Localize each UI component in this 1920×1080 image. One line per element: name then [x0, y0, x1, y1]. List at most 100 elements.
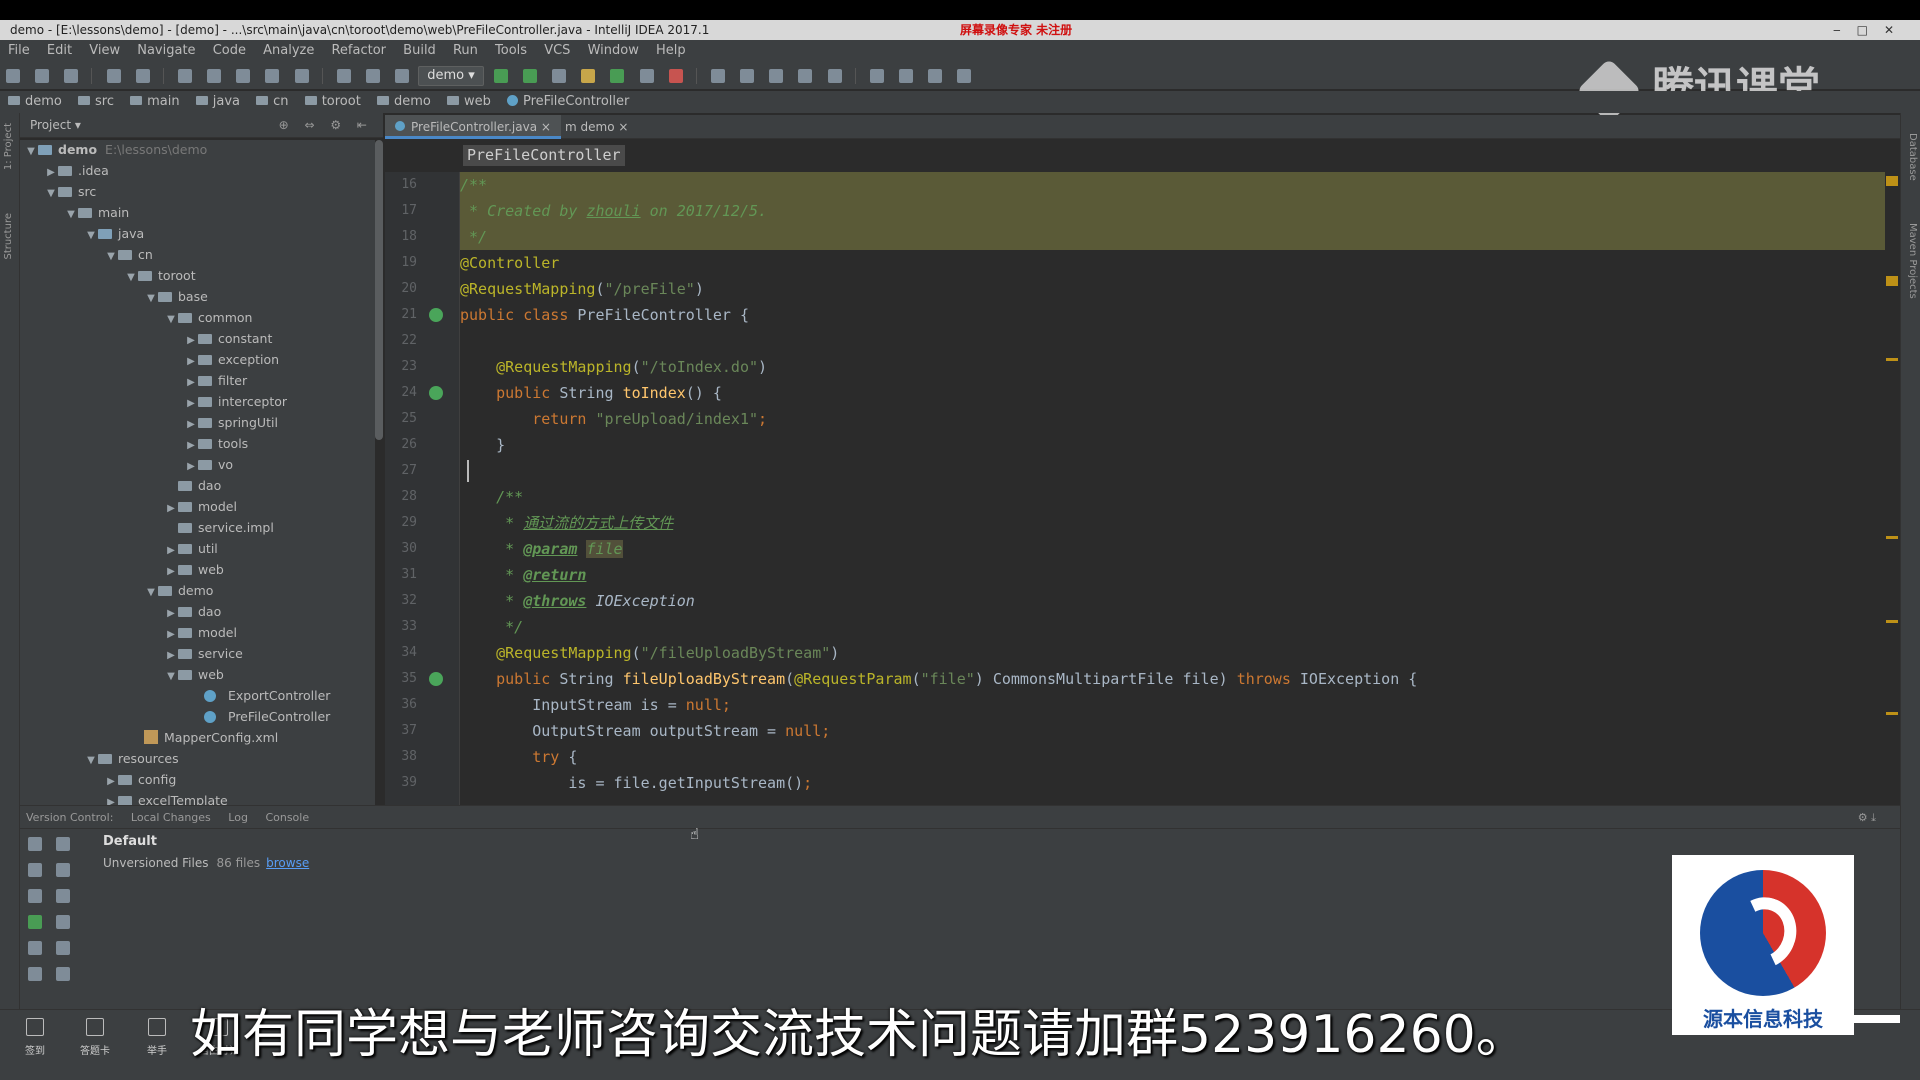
settings-icon[interactable]: [899, 69, 914, 83]
editor-tab-prefilecontroller[interactable]: PreFileController.java ×: [385, 115, 561, 139]
save-icon[interactable]: [35, 69, 50, 83]
expanded-arrow-icon[interactable]: ▼: [104, 247, 118, 267]
menu-help[interactable]: Help: [656, 43, 686, 58]
tree-item[interactable]: ▶ tools: [184, 434, 248, 454]
collapsed-arrow-icon[interactable]: ▶: [44, 163, 58, 183]
tree-item[interactable]: ▶ excelTemplate: [104, 791, 228, 805]
changelist-default[interactable]: Default: [103, 834, 157, 849]
menu-vcs[interactable]: VCS: [544, 43, 570, 58]
tree-item[interactable]: ▶ service: [164, 644, 243, 664]
preview-diff-icon[interactable]: [56, 941, 70, 955]
warning-marker[interactable]: [1886, 536, 1898, 539]
request-mapping-icon[interactable]: [429, 672, 443, 686]
tab-log[interactable]: Log: [228, 811, 248, 824]
stop-icon[interactable]: [668, 69, 683, 83]
collapsed-arrow-icon[interactable]: ▶: [184, 352, 198, 372]
project-tree-scrollbar[interactable]: [375, 140, 383, 440]
collapsed-arrow-icon[interactable]: ▶: [164, 625, 178, 645]
expanded-arrow-icon[interactable]: ▼: [144, 583, 158, 603]
tree-item[interactable]: ▶ dao: [164, 602, 221, 622]
shelve-icon[interactable]: [56, 889, 70, 903]
redo-icon[interactable]: [135, 69, 150, 83]
menu-run[interactable]: Run: [453, 43, 478, 58]
tree-item[interactable]: service.impl: [164, 518, 274, 538]
tab-console[interactable]: Console: [265, 811, 309, 824]
tree-item[interactable]: ▶ springUtil: [184, 413, 278, 433]
vcs-commit-icon[interactable]: [740, 69, 755, 83]
group-by-icon[interactable]: [56, 967, 70, 981]
gear-icon[interactable]: ⚙ ⤓: [1858, 806, 1876, 830]
vcs-compare-icon[interactable]: [798, 69, 813, 83]
tree-item[interactable]: ▼ demo E:\lessons\demo: [24, 140, 207, 160]
breadcrumb-item[interactable]: web: [446, 94, 491, 109]
sign-in-button[interactable]: 签到: [8, 1018, 62, 1057]
project-view-select[interactable]: Project ▾: [30, 118, 81, 132]
editor-tab-demo[interactable]: m demo ×: [555, 115, 638, 139]
tree-item[interactable]: ▼ web: [164, 665, 224, 685]
reload-icon[interactable]: [639, 69, 654, 83]
spring-bean-icon[interactable]: [429, 308, 443, 322]
vcs-update-icon[interactable]: [711, 69, 726, 83]
breadcrumb-item[interactable]: java: [195, 94, 240, 109]
warning-marker[interactable]: [1886, 620, 1898, 623]
attach-debugger-icon[interactable]: [610, 69, 625, 83]
collapsed-arrow-icon[interactable]: ▶: [184, 436, 198, 456]
error-stripe[interactable]: [1885, 172, 1900, 805]
structure-tool-tab[interactable]: Structure: [3, 213, 17, 260]
menu-refactor[interactable]: Refactor: [331, 43, 386, 58]
collapsed-arrow-icon[interactable]: ▶: [184, 457, 198, 477]
profile-icon[interactable]: [581, 69, 596, 83]
tree-item[interactable]: ▶ util: [164, 539, 218, 559]
maven-projects-tool-tab[interactable]: Maven Projects: [1904, 223, 1918, 299]
expanded-arrow-icon[interactable]: ▼: [164, 667, 178, 687]
raise-hand-button[interactable]: 举手: [130, 1018, 184, 1057]
editor-class-breadcrumb[interactable]: PreFileController: [463, 145, 625, 166]
menu-analyze[interactable]: Analyze: [263, 43, 314, 58]
expand-all-icon[interactable]: [56, 837, 70, 851]
help-icon[interactable]: [928, 69, 943, 83]
breadcrumb-item[interactable]: demo: [376, 94, 431, 109]
expanded-arrow-icon[interactable]: ▼: [84, 751, 98, 771]
collapsed-arrow-icon[interactable]: ▶: [184, 394, 198, 414]
cut-icon[interactable]: [177, 69, 192, 83]
refresh-icon[interactable]: [28, 837, 42, 851]
tree-item[interactable]: ▼ cn: [104, 245, 153, 265]
tree-item[interactable]: ▶ .idea: [44, 161, 109, 181]
tree-item[interactable]: ▼ base: [144, 287, 208, 307]
collapsed-arrow-icon[interactable]: ▶: [164, 499, 178, 519]
warning-marker[interactable]: [1886, 176, 1898, 186]
warning-marker[interactable]: [1886, 358, 1898, 361]
tree-item[interactable]: ▶ interceptor: [184, 392, 287, 412]
tree-item[interactable]: ▼ common: [164, 308, 252, 328]
tree-item[interactable]: ▶ constant: [184, 329, 272, 349]
tree-item[interactable]: ▶ config: [104, 770, 176, 790]
add-icon[interactable]: [28, 915, 42, 929]
collapsed-arrow-icon[interactable]: ▶: [164, 562, 178, 582]
collapsed-arrow-icon[interactable]: ▶: [184, 373, 198, 393]
database-tool-tab[interactable]: Database: [1904, 133, 1918, 181]
tree-item[interactable]: ▼ toroot: [124, 266, 195, 286]
replace-icon[interactable]: [294, 69, 309, 83]
warning-marker[interactable]: [1886, 712, 1898, 715]
tree-item[interactable]: ▶ exception: [184, 350, 279, 370]
request-mapping-icon[interactable]: [429, 386, 443, 400]
menu-build[interactable]: Build: [403, 43, 436, 58]
breadcrumb-item[interactable]: src: [78, 94, 114, 109]
copy-icon[interactable]: [207, 69, 222, 83]
expanded-arrow-icon[interactable]: ▼: [44, 184, 58, 204]
warning-marker[interactable]: [1886, 276, 1898, 286]
menu-edit[interactable]: Edit: [47, 43, 72, 58]
sync-icon[interactable]: [64, 69, 79, 83]
run-configuration-select[interactable]: demo ▾: [418, 66, 484, 86]
forward-icon[interactable]: [365, 69, 380, 83]
collapsed-arrow-icon[interactable]: ▶: [184, 415, 198, 435]
tree-item[interactable]: ▼ resources: [84, 749, 178, 771]
tab-local-changes[interactable]: Local Changes: [131, 811, 211, 824]
remove-icon[interactable]: [28, 941, 42, 955]
expanded-arrow-icon[interactable]: ▼: [144, 289, 158, 309]
menu-window[interactable]: Window: [588, 43, 639, 58]
tree-item[interactable]: ▶ web: [164, 560, 224, 580]
expanded-arrow-icon[interactable]: ▼: [164, 310, 178, 330]
code-editor[interactable]: /** * Created by zhouli on 2017/12/5. */…: [460, 172, 1890, 805]
debug-icon[interactable]: [523, 69, 538, 83]
